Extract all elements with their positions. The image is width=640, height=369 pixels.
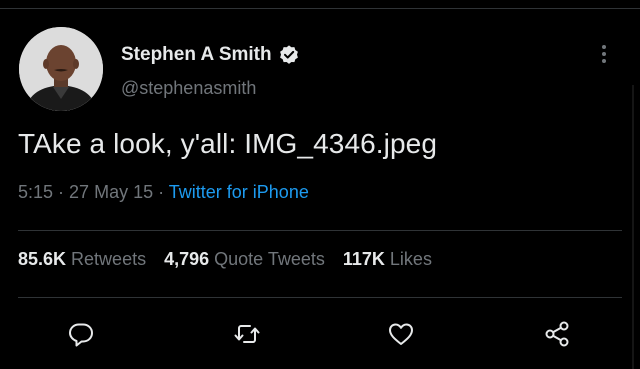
more-options-button[interactable] xyxy=(592,40,616,68)
like-button[interactable] xyxy=(386,319,416,349)
retweets-label: Retweets xyxy=(71,249,147,269)
tweet-date[interactable]: 27 May 15 xyxy=(69,182,153,202)
author-display-name[interactable]: Stephen A Smith xyxy=(121,44,272,66)
divider xyxy=(18,230,622,231)
tweet-meta: 5:15 · 27 May 15 · Twitter for iPhone xyxy=(18,182,309,203)
scrollbar-track xyxy=(632,85,634,369)
retweet-icon xyxy=(234,325,260,343)
share-button[interactable] xyxy=(542,319,572,349)
avatar-image xyxy=(19,27,103,111)
reply-button[interactable] xyxy=(66,319,96,349)
share-icon xyxy=(545,321,569,347)
top-divider xyxy=(0,8,640,9)
retweets-count: 85.6K xyxy=(18,249,67,269)
likes-count: 117K xyxy=(342,249,385,269)
tweet-time[interactable]: 5:15 xyxy=(18,182,53,202)
likes-label: Likes xyxy=(389,249,432,269)
divider xyxy=(18,297,622,298)
meta-separator: · xyxy=(153,182,169,202)
retweet-button[interactable] xyxy=(232,319,262,349)
author-handle[interactable]: @stephenasmith xyxy=(121,78,256,99)
quote-tweets-count: 4,796 xyxy=(164,249,210,269)
verified-badge-icon xyxy=(278,44,300,66)
tweet-detail: Stephen A Smith @stephenasmith TAke a lo… xyxy=(0,0,640,369)
tweet-source-link[interactable]: Twitter for iPhone xyxy=(169,182,309,202)
heart-icon xyxy=(389,323,413,345)
avatar[interactable] xyxy=(19,27,103,111)
tweet-text: TAke a look, y'all: IMG_4346.jpeg xyxy=(18,128,438,159)
likes-stat[interactable]: 117K Likes xyxy=(343,249,432,270)
reply-icon xyxy=(69,323,93,347)
author-name-row: Stephen A Smith xyxy=(121,40,300,70)
tweet-stats: 85.6K Retweets 4,796 Quote Tweets 117K Like… xyxy=(18,249,450,270)
retweets-stat[interactable]: 85.6K Retweets xyxy=(18,249,146,270)
meta-separator: · xyxy=(53,182,70,202)
quote-tweets-stat[interactable]: 4,796 Quote Tweets xyxy=(164,249,325,270)
more-vertical-icon xyxy=(602,45,606,63)
quote-tweets-label: Quote Tweets xyxy=(214,249,325,269)
